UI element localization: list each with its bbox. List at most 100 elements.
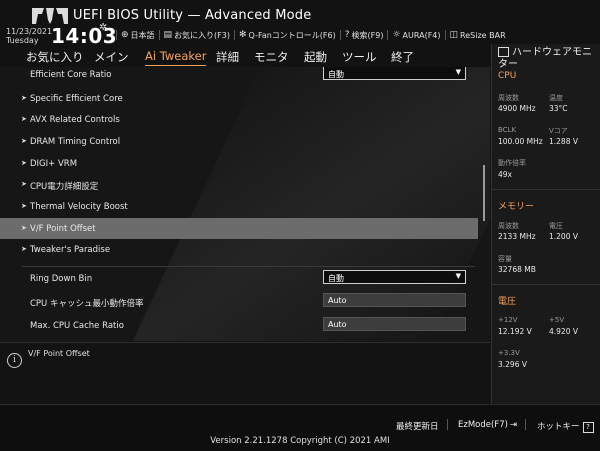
chevron-right-icon: ➤ [21,202,27,210]
cpu-temp-label: 温度 [549,94,563,102]
qfan-label: Q-Fanコントロール(F6) [248,30,336,40]
last-modified-button[interactable]: 最終更新日 [396,420,439,432]
info-icon: i [7,353,22,368]
memory-volt-value: 1.200 V [549,232,578,241]
gear-icon[interactable]: ✲ [99,22,107,33]
tab-advanced[interactable]: 詳細 [216,49,239,65]
aura-button[interactable]: ☼ AURA(F4) [387,30,444,40]
efficient-core-ratio-row[interactable]: Efficient Core Ratio 自動 ▼ [0,67,478,85]
cache-max-ratio-input[interactable]: Auto [323,317,466,331]
ring-down-bin-dropdown[interactable]: 自動 ▼ [323,270,466,284]
submenu-label: DIGI+ VRM [30,159,78,169]
app-title: UEFI BIOS Utility — Advanced Mode [73,8,312,23]
ezmode-button[interactable]: EzMode(F7) ⇥ [458,420,517,430]
resize-bar-label: ReSize BAR [460,30,506,40]
submenu-label: V/F Point Offset [30,224,96,234]
submenu-thermal-velocity-boost[interactable]: ➤ Thermal Velocity Boost [0,196,478,217]
submenu-tweakers-paradise[interactable]: ➤ Tweaker's Paradise [0,239,478,260]
top-header: UEFI BIOS Utility — Advanced Mode 11/23/… [0,0,600,48]
chevron-right-icon: ➤ [21,180,27,188]
submenu-label: DRAM Timing Control [30,137,121,147]
hardware-monitor-panel: ハードウェアモニター CPU 周波数 温度 4900 MHz 33°C BCLK… [491,44,600,404]
submenu-label: Specific Efficient Core [30,94,123,104]
cpu-temp-value: 33°C [549,104,568,113]
cpu-ratio-value: 49x [498,170,512,179]
hotkeys-button[interactable]: ホットキー? [537,420,594,433]
tab-favorites[interactable]: お気に入り [26,49,84,65]
favorites-icon: ▤ [163,30,173,40]
efficient-core-ratio-dropdown[interactable]: 自動 ▼ [323,67,466,80]
settings-panel: Efficient Core Ratio 自動 ▼ ➤ Specific Eff… [0,67,490,341]
tab-exit[interactable]: 終了 [391,49,414,65]
cache-min-ratio-value: Auto [328,296,347,305]
v5-label: +5V [549,316,565,324]
submenu-avx-related-controls[interactable]: ➤ AVX Related Controls [0,109,478,130]
tab-main[interactable]: メイン [94,49,129,65]
memory-freq-label: 周波数 [498,222,519,230]
exit-arrow-icon: ⇥ [509,420,518,430]
help-panel: i V/F Point Offset [0,342,490,405]
cpu-freq-value: 4900 MHz [498,104,536,113]
vcore-value: 1.288 V [549,137,578,146]
language-label: 日本語 [130,30,155,40]
tab-boot[interactable]: 起動 [304,49,327,65]
memory-capacity-label: 容量 [498,255,512,263]
chevron-right-icon: ➤ [21,115,27,123]
chevron-right-icon: ➤ [21,94,27,102]
qfan-button[interactable]: ✻ Q-Fanコントロール(F6) [234,30,340,40]
divider [492,189,600,190]
day-text: Tuesday [6,36,39,45]
aura-icon: ☼ [392,30,401,40]
resize-bar-button[interactable]: ◫ ReSize BAR [444,30,510,40]
submenu-specific-efficient-core[interactable]: ➤ Specific Efficient Core [0,88,478,109]
language-button[interactable]: ⊕ 日本語 [116,30,159,40]
chevron-right-icon: ➤ [21,224,27,232]
chevron-right-icon: ➤ [21,159,27,167]
memory-volt-label: 電圧 [549,222,563,230]
cache-max-ratio-row[interactable]: Max. CPU Cache Ratio Auto [0,315,478,336]
memory-freq-value: 2133 MHz [498,232,536,241]
fan-icon: ✻ [239,30,247,40]
v33-label: +3.3V [498,349,520,357]
v12-value: 12.192 V [498,327,532,336]
ring-down-bin-row[interactable]: Ring Down Bin 自動 ▼ [0,268,478,289]
search-icon: ? [344,30,350,40]
cpu-freq-label: 周波数 [498,94,519,102]
submenu-label: CPU電力詳細設定 [30,182,99,192]
submenu-dram-timing-control[interactable]: ➤ DRAM Timing Control [0,131,478,152]
cache-min-ratio-input[interactable]: Auto [323,293,466,307]
divider [525,419,526,430]
v5-value: 4.920 V [549,327,578,336]
submenu-digi-vrm[interactable]: ➤ DIGI+ VRM [0,153,478,174]
tab-ai-tweaker[interactable]: Ai Tweaker [145,49,207,66]
scrollbar[interactable] [483,165,485,221]
help-icon: ? [582,422,594,433]
tab-tool[interactable]: ツール [342,49,377,65]
efficient-core-ratio-value: 自動 [328,70,344,79]
cpu-ratio-label: 動作倍率 [498,159,526,167]
divider [492,284,600,285]
aura-label: AURA(F4) [402,30,441,40]
bclk-label: BCLK [498,126,517,134]
divider [22,266,475,267]
voltage-section-title: 電圧 [498,297,517,307]
ring-down-bin-label: Ring Down Bin [30,274,93,284]
tab-monitor[interactable]: モニタ [254,49,289,65]
monitor-icon [498,47,509,57]
hotkeys-label: ホットキー [537,422,580,432]
favorites-button[interactable]: ▤ お気に入り(F3) [158,30,234,40]
hardware-monitor-title: ハードウェアモニター [498,47,598,71]
chevron-down-icon: ▼ [455,272,461,280]
submenu-vf-point-offset[interactable]: ➤ V/F Point Offset [0,218,478,239]
search-label: 検索(F9) [351,30,384,40]
submenu-cpu-power[interactable]: ➤ CPU電力詳細設定 [0,174,478,195]
cache-min-ratio-label: CPU キャッシュ最小動作倍率 [30,299,144,309]
divider [447,419,448,430]
cache-min-ratio-row[interactable]: CPU キャッシュ最小動作倍率 Auto [0,291,478,312]
toolbar: ⊕ 日本語 ▤ お気に入り(F3) ✻ Q-Fanコントロール(F6) ? 検索… [116,28,510,42]
search-button[interactable]: ? 検索(F9) [339,30,388,40]
memory-capacity-value: 32768 MB [498,265,536,274]
resize-bar-icon: ◫ [449,30,459,40]
efficient-core-ratio-label: Efficient Core Ratio [30,70,112,80]
date-display: 11/23/2021 Tuesday [6,27,52,45]
